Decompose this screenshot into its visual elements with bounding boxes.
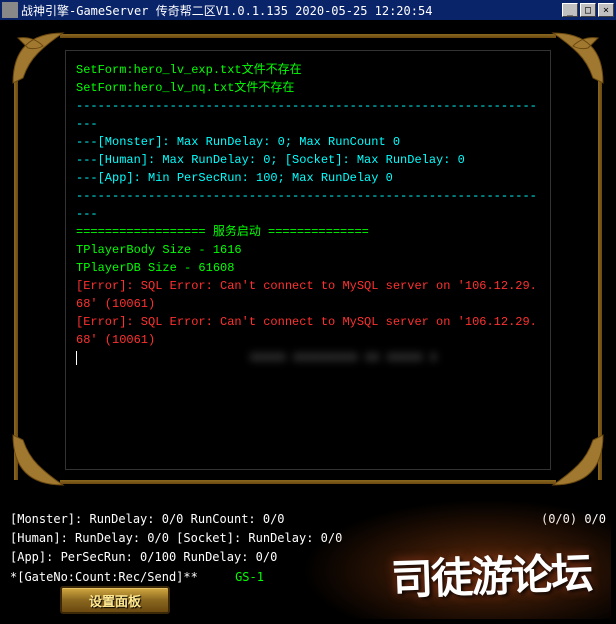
console-line: TPlayerDB Size - 61608 <box>76 259 540 277</box>
status-area: [Monster]: RunDelay: 0/0 RunCount: 0/0 (… <box>10 510 606 587</box>
status-monster-text: [Monster]: RunDelay: 0/0 RunCount: 0/0 <box>10 510 285 529</box>
console-line: ================== 服务启动 ============== <box>76 223 540 241</box>
maximize-button[interactable]: □ <box>580 3 596 17</box>
settings-panel-button[interactable]: 设置面板 <box>60 586 170 614</box>
status-line-human: [Human]: RunDelay: 0/0 [Socket]: RunDela… <box>10 529 606 548</box>
dragon-corner-top-right-icon <box>548 28 608 88</box>
console-line: [Error]: SQL Error: Can't connect to MyS… <box>76 277 540 313</box>
minimize-button[interactable]: _ <box>562 3 578 17</box>
console-line: ----------------------------------------… <box>76 187 540 223</box>
dragon-corner-bottom-right-icon <box>548 430 608 490</box>
main-area: SetForm:hero_lv_exp.txt文件不存在SetForm:hero… <box>0 20 616 624</box>
status-monster-right: (0/0) 0/0 <box>541 510 606 529</box>
console-line: ----------------------------------------… <box>76 97 540 133</box>
console-line: ---[Human]: Max RunDelay: 0; [Socket]: M… <box>76 151 540 169</box>
window-title: 战神引擎-GameServer 传奇帮二区V1.0.1.135 2020-05-… <box>21 2 562 19</box>
status-gs-label: GS-1 <box>235 570 264 584</box>
window-titlebar: 战神引擎-GameServer 传奇帮二区V1.0.1.135 2020-05-… <box>0 0 616 20</box>
console-line-redacted: XXXXX XXXXXXXXX XX XXXXX X <box>76 349 540 367</box>
dragon-corner-top-left-icon <box>8 28 68 88</box>
bottom-button-bar: 设置面板 <box>60 586 170 614</box>
console-line: TPlayerBody Size - 1616 <box>76 241 540 259</box>
window-controls: _ □ × <box>562 3 614 17</box>
status-line-monster: [Monster]: RunDelay: 0/0 RunCount: 0/0 (… <box>10 510 606 529</box>
console-line: [Error]: SQL Error: Can't connect to MyS… <box>76 313 540 349</box>
status-line-app: [App]: PerSecRun: 0/100 RunDelay: 0/0 <box>10 548 606 567</box>
console-line: SetForm:hero_lv_exp.txt文件不存在 <box>76 61 540 79</box>
console-line: ---[Monster]: Max RunDelay: 0; Max RunCo… <box>76 133 540 151</box>
status-gate-prefix: *[GateNo:Count:Rec/Send]** <box>10 570 198 584</box>
app-icon <box>2 2 18 18</box>
console-line: SetForm:hero_lv_nq.txt文件不存在 <box>76 79 540 97</box>
close-button[interactable]: × <box>598 3 614 17</box>
status-line-gate: *[GateNo:Count:Rec/Send]** GS-1 <box>10 568 606 587</box>
console-line: ---[App]: Min PerSecRun: 100; Max RunDel… <box>76 169 540 187</box>
dragon-corner-bottom-left-icon <box>8 430 68 490</box>
console-output[interactable]: SetForm:hero_lv_exp.txt文件不存在SetForm:hero… <box>65 50 551 470</box>
